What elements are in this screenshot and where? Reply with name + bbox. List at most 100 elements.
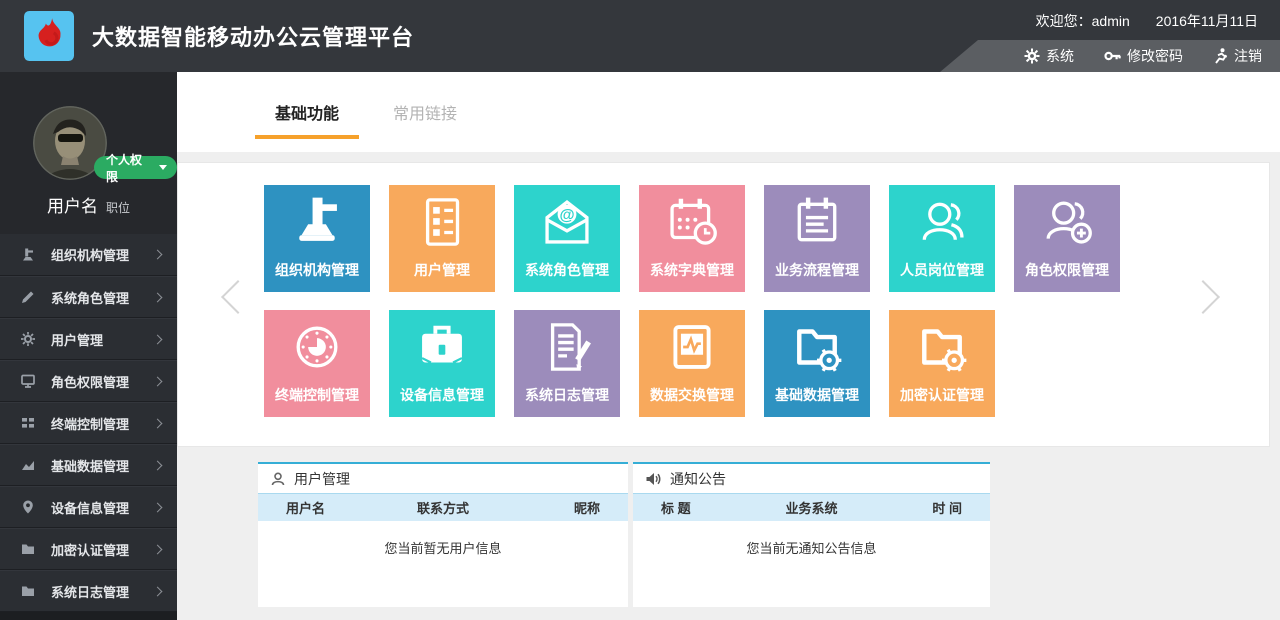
sidebar-item-terminal-control[interactable]: 终端控制管理 <box>0 402 177 444</box>
sidebar-item-org-management[interactable]: 组织机构管理 <box>0 234 177 276</box>
gavel-icon <box>286 191 348 253</box>
user-panel-title-bar: 用户管理 <box>258 464 628 494</box>
chevron-left-icon <box>221 280 255 314</box>
tile-base-data[interactable]: 基础数据管理 <box>764 310 870 417</box>
tile-label: 数据交换管理 <box>639 385 745 405</box>
system-button[interactable]: 系统 <box>1024 46 1074 66</box>
sidebar-item-system-log[interactable]: 系统日志管理 <box>0 570 177 612</box>
user-table-header: 用户名 联系方式 昵称 <box>258 494 628 521</box>
sidebar: 个人权限 用户名 职位 组织机构管理 系统角色管理 用户管理 <box>0 72 177 620</box>
svg-text:@: @ <box>559 207 574 224</box>
sidebar-item-label: 系统角色管理 <box>51 288 129 307</box>
tile-business-process[interactable]: 业务流程管理 <box>764 185 870 292</box>
pin-icon <box>20 499 36 515</box>
tile-label: 人员岗位管理 <box>889 260 995 280</box>
sidebar-item-label: 系统日志管理 <box>51 582 129 601</box>
col-username: 用户名 <box>258 498 391 517</box>
personal-permission-badge[interactable]: 个人权限 <box>94 156 177 179</box>
mail-at-icon: @ <box>536 191 598 253</box>
tab-label: 常用链接 <box>393 100 457 124</box>
current-date: 2016年11月11日 <box>1156 11 1258 31</box>
user-icon <box>270 471 286 487</box>
sidebar-item-encryption-auth[interactable]: 加密认证管理 <box>0 528 177 570</box>
briefcase-icon <box>411 316 473 378</box>
gear-icon <box>20 331 36 347</box>
tab-basic-functions[interactable]: 基础功能 <box>255 72 359 152</box>
chevron-right-icon <box>153 586 163 596</box>
tile-device-info[interactable]: 设备信息管理 <box>389 310 495 417</box>
col-contact: 联系方式 <box>391 498 496 517</box>
sidebar-item-label: 基础数据管理 <box>51 456 129 475</box>
chevron-right-icon <box>153 460 163 470</box>
chevron-right-icon <box>1186 280 1220 314</box>
user-empty-state: 您当前暂无用户信息 <box>258 521 628 557</box>
main-content: 基础功能 常用链接 组织机构管理 用户管理 <box>177 72 1280 620</box>
sidebar-item-role-permission[interactable]: 角色权限管理 <box>0 360 177 402</box>
tile-user-management[interactable]: 用户管理 <box>389 185 495 292</box>
tile-label: 用户管理 <box>389 260 495 280</box>
logout-label: 注销 <box>1234 46 1262 66</box>
folder-gear-icon <box>911 316 973 378</box>
calendar-clock-icon <box>661 191 723 253</box>
tile-data-exchange[interactable]: 数据交换管理 <box>639 310 745 417</box>
sidebar-item-label: 组织机构管理 <box>51 245 129 264</box>
top-header: 大数据智能移动办公云管理平台 欢迎您：admin 2016年11月11日 系统 … <box>0 0 1280 72</box>
logout-icon <box>1213 48 1228 64</box>
tile-system-log[interactable]: 系统日志管理 <box>514 310 620 417</box>
speaker-icon <box>645 471 662 487</box>
tile-personnel-position[interactable]: 人员岗位管理 <box>889 185 995 292</box>
logout-button[interactable]: 注销 <box>1213 46 1262 66</box>
tile-terminal-control[interactable]: 终端控制管理 <box>264 310 370 417</box>
tile-label: 设备信息管理 <box>389 385 495 405</box>
header-actions-bar: 系统 修改密码 注销 <box>940 40 1280 72</box>
change-password-button[interactable]: 修改密码 <box>1104 46 1183 66</box>
tile-org-management[interactable]: 组织机构管理 <box>264 185 370 292</box>
doc-pen-icon <box>536 316 598 378</box>
sidebar-item-label: 设备信息管理 <box>51 498 129 517</box>
chevron-right-icon <box>153 334 163 344</box>
tab-label: 基础功能 <box>275 100 339 124</box>
gavel-icon <box>20 247 36 263</box>
tile-label: 系统日志管理 <box>514 385 620 405</box>
tile-row-1: 组织机构管理 用户管理 @ 系统角色管理 <box>264 185 1120 292</box>
tile-system-role[interactable]: @ 系统角色管理 <box>514 185 620 292</box>
monitor-chart-icon <box>661 316 723 378</box>
monitor-icon <box>20 373 36 389</box>
username-text: 用户名 <box>47 192 98 217</box>
gauge-icon <box>286 316 348 378</box>
sidebar-item-label: 用户管理 <box>51 330 103 349</box>
people-plus-icon <box>1036 191 1098 253</box>
welcome-row: 欢迎您：admin 2016年11月11日 <box>1036 6 1258 36</box>
col-business-system: 业务系统 <box>761 498 861 517</box>
notice-table-header: 标 题 业务系统 时 间 <box>633 494 990 521</box>
chevron-down-icon <box>159 165 167 170</box>
tile-label: 系统字典管理 <box>639 260 745 280</box>
tile-label: 角色权限管理 <box>1014 260 1120 280</box>
sidebar-menu: 组织机构管理 系统角色管理 用户管理 角色权限管理 <box>0 234 177 612</box>
tile-encryption-auth[interactable]: 加密认证管理 <box>889 310 995 417</box>
tile-role-permission[interactable]: 角色权限管理 <box>1014 185 1120 292</box>
tab-common-links[interactable]: 常用链接 <box>373 72 477 152</box>
user-management-panel: 用户管理 用户名 联系方式 昵称 您当前暂无用户信息 <box>258 462 628 607</box>
tiles-carousel-panel: 组织机构管理 用户管理 @ 系统角色管理 <box>177 162 1270 447</box>
tile-system-dictionary[interactable]: 系统字典管理 <box>639 185 745 292</box>
role-text: 职位 <box>106 199 130 216</box>
sidebar-item-device-info[interactable]: 设备信息管理 <box>0 486 177 528</box>
gear-icon <box>1024 48 1040 64</box>
col-time: 时 间 <box>862 498 990 517</box>
carousel-prev-button[interactable] <box>218 281 252 315</box>
sidebar-item-base-data[interactable]: 基础数据管理 <box>0 444 177 486</box>
sidebar-item-system-role[interactable]: 系统角色管理 <box>0 276 177 318</box>
people-icon <box>911 191 973 253</box>
notice-panel-title-bar: 通知公告 <box>633 464 990 494</box>
tile-label: 加密认证管理 <box>889 385 995 405</box>
sidebar-item-user-management[interactable]: 用户管理 <box>0 318 177 360</box>
carousel-next-button[interactable] <box>1183 281 1217 315</box>
tile-label: 基础数据管理 <box>764 385 870 405</box>
chevron-right-icon <box>153 376 163 386</box>
system-button-label: 系统 <box>1046 46 1074 66</box>
folder-icon <box>20 541 36 557</box>
chevron-right-icon <box>153 250 163 260</box>
sidebar-footer-strip <box>0 612 177 620</box>
profile-name-row: 用户名 职位 <box>0 192 177 217</box>
